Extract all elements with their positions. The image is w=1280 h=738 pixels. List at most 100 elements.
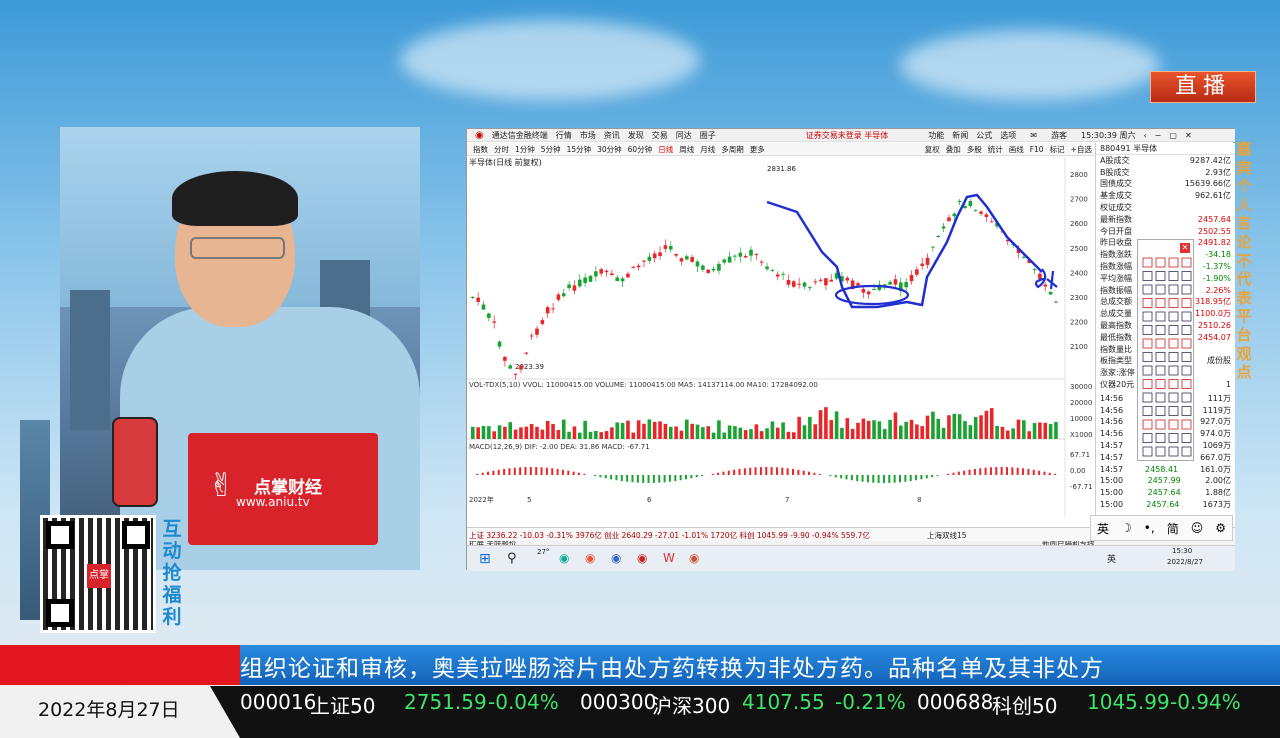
candle-body [476, 297, 480, 302]
drawing-toolbox[interactable]: ✕ [1137, 239, 1194, 461]
volume-bar [925, 415, 930, 439]
ime-toolbar[interactable]: 英 ☽ •, 简 ☺ ⚙ [1090, 515, 1233, 541]
punctuation-icon[interactable]: •, [1144, 521, 1155, 535]
volume-bar [856, 422, 860, 439]
toolbar-item[interactable]: 标记 [1050, 144, 1065, 155]
toolbar-item[interactable]: 指数 [473, 144, 488, 155]
toolbar-item[interactable]: 15分钟 [567, 144, 592, 155]
app-icon[interactable]: ◉ [689, 551, 699, 565]
menu-item[interactable]: 新闻 [952, 130, 968, 141]
macd-bar [636, 475, 639, 483]
menu-item[interactable]: 资讯 [604, 130, 620, 141]
trade-cell: 1.88亿 [1205, 488, 1231, 498]
volume-bar [920, 426, 924, 439]
toolbox-close-icon[interactable]: ✕ [1180, 243, 1190, 253]
ime-lang[interactable]: 英 [1097, 520, 1109, 537]
volume-bar [877, 421, 882, 439]
macd-bar [1016, 467, 1019, 475]
toolbar-item[interactable]: 1分钟 [515, 144, 535, 155]
ime-mode[interactable]: 简 [1167, 520, 1179, 537]
macd-bar [738, 468, 741, 475]
toolbar-item[interactable]: 月线 [700, 144, 715, 155]
draw-tool-icon [1168, 446, 1179, 457]
app-icon[interactable]: ◉ [611, 551, 621, 565]
moon-icon[interactable]: ☽ [1121, 521, 1132, 535]
side-label: 最新指数 [1100, 214, 1132, 224]
volume-bar [652, 421, 657, 439]
candle-body [893, 279, 898, 285]
back-icon[interactable]: ‹ [1143, 131, 1146, 140]
menu-item[interactable]: 交易 [652, 130, 668, 141]
toolbox-icons[interactable] [1139, 254, 1194, 464]
settings-gear-icon[interactable]: ⚙ [1215, 521, 1226, 535]
mail-icon[interactable]: ✉ [1030, 131, 1037, 140]
menu-item[interactable]: 选项 [1000, 130, 1016, 141]
volume-bar [845, 418, 850, 439]
ticker-text: 组织论证和审核，奥美拉唑肠溶片由处方药转换为非处方药。品种名单及其非处方 [240, 656, 1104, 682]
toolbar-item[interactable]: 复权 [925, 144, 940, 155]
candle-body [551, 308, 555, 310]
qr-code[interactable]: 点掌 [40, 515, 156, 633]
candle-body [866, 291, 871, 295]
toolbar-item[interactable]: 画线 [1009, 144, 1024, 155]
macd-bar [1006, 467, 1008, 475]
login-notice[interactable]: 证券交易未登录 半导体 [806, 130, 889, 141]
toolbar-item[interactable]: 更多 [750, 144, 765, 155]
toolbar-item[interactable]: 分时 [494, 144, 509, 155]
toolbar-item[interactable]: 5分钟 [541, 144, 561, 155]
kline-svg[interactable]: 半导体(日线 前复权) VOL-TDX(5,10) VVOL: 11000415… [467, 157, 1095, 527]
app-icon[interactable]: ◉ [585, 551, 595, 565]
toolbar-item[interactable]: 30分钟 [597, 144, 622, 155]
toolbar-item-active[interactable]: 日线 [658, 144, 673, 155]
menu-item[interactable]: 公式 [976, 130, 992, 141]
candle-body [749, 249, 753, 256]
emoji-icon[interactable]: ☺ [1191, 521, 1204, 535]
candle-body [572, 285, 577, 291]
maximize-icon[interactable]: ▢ [1169, 131, 1177, 140]
toolbar-item[interactable]: 多股 [967, 144, 982, 155]
volume-bar [802, 425, 807, 439]
close-icon[interactable]: ✕ [1185, 131, 1192, 140]
toolbar-item[interactable]: 60分钟 [628, 144, 653, 155]
candle-body [888, 281, 892, 285]
toolbar-item[interactable]: 叠加 [946, 144, 961, 155]
kline-chart-area[interactable]: 半导体(日线 前复权) VOL-TDX(5,10) VVOL: 11000415… [467, 157, 1095, 527]
menu-item[interactable]: 同达 [676, 130, 692, 141]
volume-bar [872, 420, 876, 439]
macd-bar [481, 472, 484, 475]
menu-item[interactable]: 市场 [580, 130, 596, 141]
macd-bar [583, 473, 586, 475]
side-value: 2.93亿 [1205, 167, 1231, 177]
toolbar-item[interactable]: 周线 [679, 144, 694, 155]
wps-icon[interactable]: W [663, 551, 675, 565]
app-title: 通达信金融终端 [491, 130, 548, 140]
app-icon[interactable]: ◉ [637, 551, 647, 565]
toolbar-item[interactable]: +自选 [1071, 144, 1092, 155]
edge-icon[interactable]: ◉ [559, 551, 569, 565]
tray-lang[interactable]: 英 [1107, 552, 1116, 565]
macd-bar [947, 473, 950, 475]
macd-bar [604, 475, 607, 479]
weather[interactable]: 27° [537, 548, 549, 556]
menu-item[interactable]: 行情 [556, 130, 572, 141]
menu-item[interactable]: 功能 [928, 130, 944, 141]
y-tick-label: 2200 [1070, 319, 1088, 327]
side-label: 指数量比 [1100, 344, 1132, 354]
toolbar-item[interactable]: 统计 [988, 144, 1003, 155]
quote-change: -0.94% [1170, 690, 1241, 714]
menu-item[interactable]: 发现 [628, 130, 644, 141]
menu-item[interactable]: 圈子 [700, 130, 716, 141]
macd-bar [888, 475, 891, 483]
draw-tool-icon [1181, 325, 1192, 335]
search-icon[interactable]: ⚲ [507, 551, 517, 566]
trade-row: 15:00 2457.99 2.00亿 [1096, 475, 1235, 487]
vol-label: VOL-TDX(5,10) VVOL: 11000415.00 VOLUME: … [469, 381, 818, 389]
toolbar-item[interactable]: 多周期 [721, 144, 744, 155]
windows-start-icon[interactable]: ⊞ [479, 551, 491, 567]
trade-cell: 161.0万 [1200, 464, 1231, 474]
toolbar-item[interactable]: F10 [1030, 145, 1044, 154]
volume-bar [658, 421, 662, 439]
draw-tool-icon [1155, 365, 1166, 376]
login-status[interactable]: 游客 [1051, 130, 1067, 141]
minimize-icon[interactable]: − [1155, 131, 1162, 140]
